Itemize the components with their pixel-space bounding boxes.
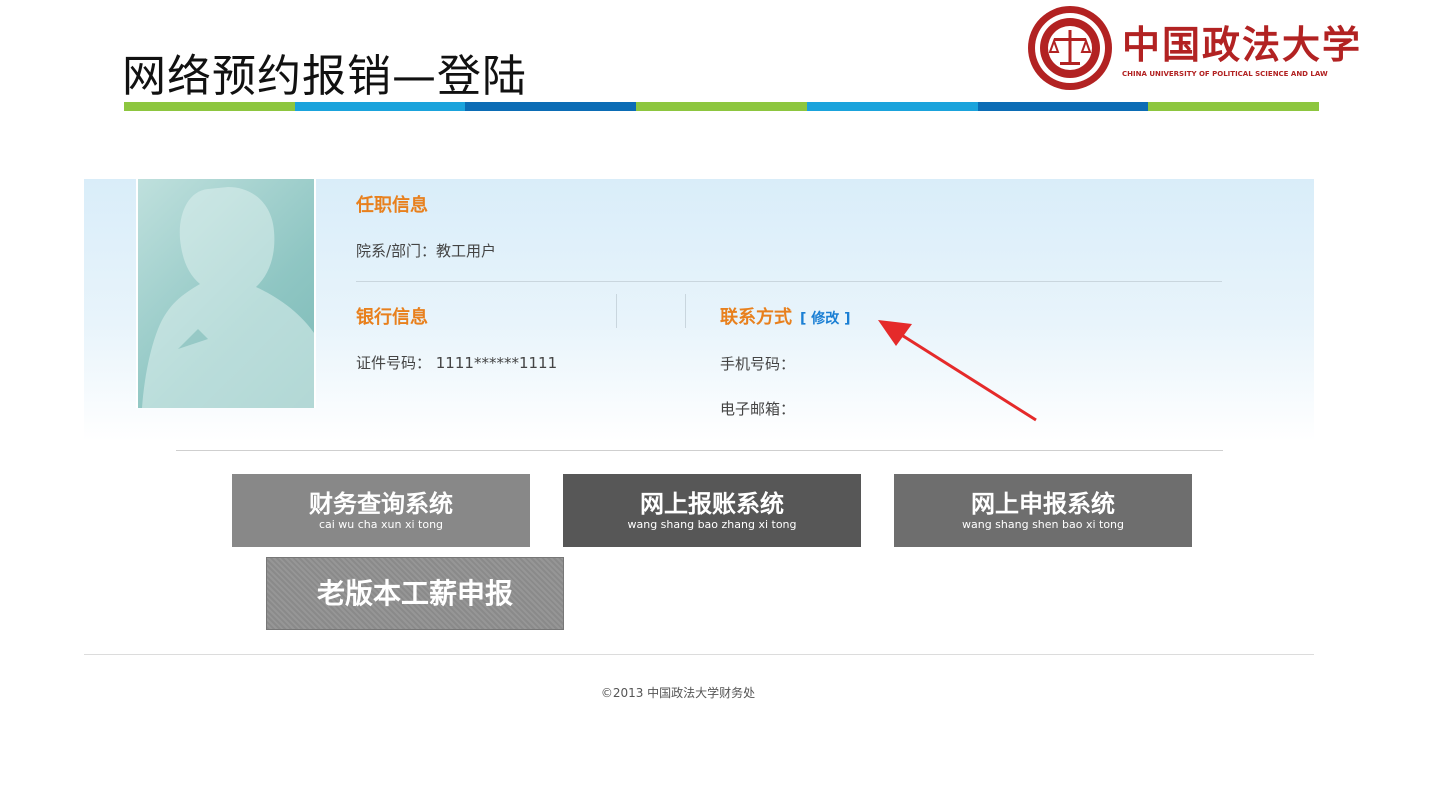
university-logo: 中国政法大学 CHINA UNIVERSITY OF POLITICAL SCI… bbox=[1026, 4, 1360, 94]
id-number-value: 证件号码： 1111******1111 bbox=[356, 354, 558, 372]
old-salary-declaration-button[interactable]: 老版本工薪申报 bbox=[266, 557, 564, 630]
annotation-arrow-icon bbox=[878, 320, 1037, 422]
email-label: 电子邮箱： bbox=[720, 400, 796, 418]
column-divider bbox=[616, 294, 617, 328]
section-divider bbox=[356, 281, 1222, 282]
stripe-segment bbox=[124, 102, 295, 111]
separator-line bbox=[176, 450, 1223, 451]
user-silhouette-icon bbox=[142, 187, 314, 408]
job-info-title: 任职信息 bbox=[356, 195, 428, 216]
logo-name-cn: 中国政法大学 bbox=[1122, 22, 1363, 67]
stripe-segment bbox=[1148, 102, 1320, 111]
stripe-segment bbox=[636, 102, 807, 111]
button-label: 网上申报系统 bbox=[971, 489, 1115, 518]
stripe-segment bbox=[465, 102, 637, 111]
slide-title: 网络预约报销—登陆 bbox=[122, 51, 527, 102]
online-reimbursement-system-button[interactable]: 网上报账系统 wang shang bao zhang xi tong bbox=[563, 474, 861, 547]
button-pinyin: wang shang shen bao xi tong bbox=[961, 517, 1125, 531]
profile-panel: 任职信息 院系/部门：教工用户 银行信息 证件号码： 1111******111… bbox=[84, 179, 1314, 441]
button-label: 财务查询系统 bbox=[309, 489, 453, 518]
logo-name-en: CHINA UNIVERSITY OF POLITICAL SCIENCE AN… bbox=[1122, 70, 1328, 78]
color-stripe bbox=[124, 102, 1320, 111]
footer-copyright: ©2013 中国政法大学财务处 bbox=[600, 686, 756, 700]
department-value: 院系/部门：教工用户 bbox=[356, 242, 497, 260]
stripe-segment bbox=[977, 102, 1149, 111]
column-divider bbox=[685, 294, 686, 328]
button-pinyin: cai wu cha xun xi tong bbox=[318, 517, 444, 531]
stripe-segment bbox=[294, 102, 466, 111]
online-declaration-system-button[interactable]: 网上申报系统 wang shang shen bao xi tong bbox=[894, 474, 1192, 547]
footer-divider bbox=[84, 654, 1314, 655]
button-label: 老版本工薪申报 bbox=[316, 576, 513, 610]
button-pinyin: wang shang bao zhang xi tong bbox=[627, 517, 797, 531]
stripe-segment bbox=[806, 102, 978, 111]
button-label: 网上报账系统 bbox=[640, 489, 784, 518]
university-seal-icon bbox=[1028, 6, 1112, 90]
bank-info-title: 银行信息 bbox=[356, 307, 428, 328]
contact-title-row: 联系方式 [ 修改 ] bbox=[720, 303, 851, 329]
edit-contact-link[interactable]: [ 修改 ] bbox=[800, 311, 851, 327]
contact-title: 联系方式 bbox=[720, 307, 792, 328]
avatar bbox=[136, 179, 316, 408]
finance-query-system-button[interactable]: 财务查询系统 cai wu cha xun xi tong bbox=[232, 474, 530, 547]
phone-label: 手机号码： bbox=[720, 355, 796, 373]
